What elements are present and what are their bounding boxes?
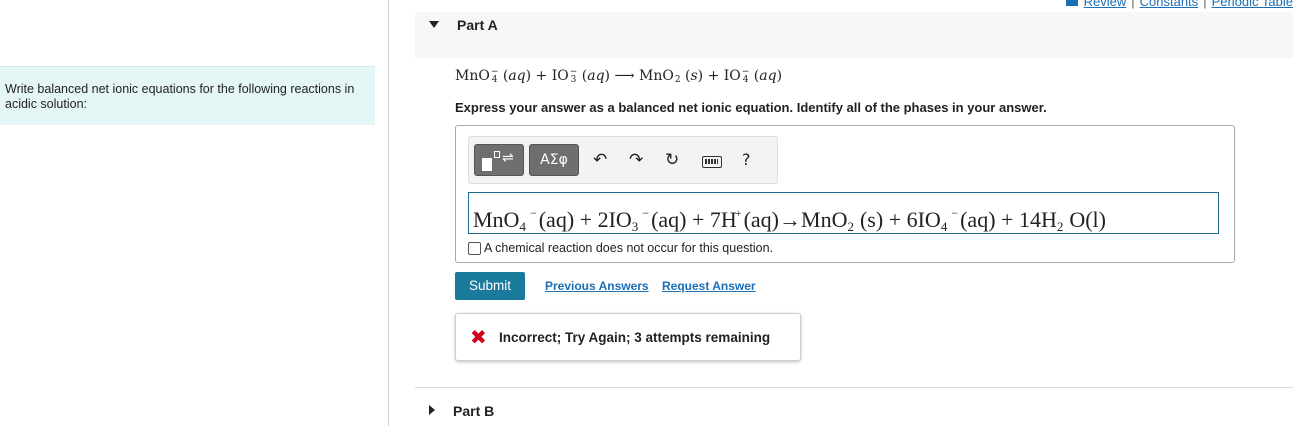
templates-small-box [494,151,500,158]
plus-sign: + [535,68,548,84]
templates-button[interactable]: ⇌ [474,144,524,176]
subscript: 3 [570,75,577,85]
term: 2IO [597,207,632,232]
reset-icon[interactable]: ↻ [665,150,679,170]
periodic-table-link[interactable]: Periodic Table [1212,0,1293,9]
request-answer-link[interactable]: Request Answer [662,279,756,293]
undo-icon[interactable]: ↶ [593,150,607,170]
term: O(l) [1069,207,1106,232]
review-link[interactable]: Review [1084,0,1127,9]
subscript: 2 [674,75,681,85]
separator: | [1203,0,1207,9]
term: 7H [709,207,737,232]
reactant-1: MnO [455,68,490,84]
reactant-2: IO [551,68,569,84]
charge: − [951,206,959,220]
phase: aq [759,68,777,84]
equilibrium-arrow-icon: ⇌ [502,150,514,166]
part-b-title[interactable]: Part B [453,403,494,419]
subscript: 4 [940,219,948,234]
equation-toolbar: ⇌ AΣφ ↶ ↷ ↻ ? [468,136,778,184]
ion-script: −3 [570,68,578,85]
plus-sign: + [579,207,593,232]
phase: (aq) [538,207,575,232]
expand-triangle-icon[interactable] [429,405,435,415]
plus-sign: + [888,207,902,232]
reaction-equation: MnO −4 (aq) + IO −3 (aq) ⟶ MnO 2 (s) + IO −… [455,67,783,85]
separator: | [1131,0,1135,9]
charge: + [734,206,742,220]
part-a-header[interactable]: Part A [415,12,1293,58]
error-x-icon: ✖ [470,325,487,349]
problem-intro-text: Write balanced net ionic equations for t… [5,82,355,111]
plus-sign: + [692,207,705,232]
feedback-box: ✖ Incorrect; Try Again; 3 attempts remai… [455,313,801,361]
greek-letters-button[interactable]: AΣφ [529,144,579,176]
phase: aq [508,68,526,84]
subscript: 2 [1056,219,1064,234]
redo-icon[interactable]: ↷ [629,150,643,170]
term: MnO [801,207,848,232]
submit-button[interactable]: Submit [455,272,525,300]
part-b-divider [415,387,1293,388]
phase: aq [587,68,605,84]
keyboard-icon[interactable] [702,156,722,168]
phase: (s) [859,207,884,232]
previous-answers-link[interactable]: Previous Answers [545,279,649,293]
reaction-arrow: → [779,207,802,232]
column-divider [388,0,389,426]
help-icon[interactable]: ? [742,150,751,170]
collapse-triangle-icon[interactable] [429,21,439,28]
subscript: 3 [631,219,639,234]
term: 6IO [906,207,941,232]
part-a-title: Part A [457,17,498,33]
subscript: 4 [742,75,749,85]
answer-box: ⇌ AΣφ ↶ ↷ ↻ ? MnO4−(aq) + 2IO3−(aq) + 7H… [455,125,1235,263]
top-links: Review | Constants | Periodic Table [1065,0,1293,9]
ion-script: −4 [491,68,499,85]
templates-icon [482,158,492,171]
term: 14H [1018,207,1057,232]
instruction-text: Express your answer as a balanced net io… [455,100,1047,115]
product-1: MnO [638,68,674,84]
ion-script: −4 [742,68,750,85]
no-reaction-option[interactable]: A chemical reaction does not occur for t… [468,241,773,255]
plus-sign: + [707,68,720,84]
answer-input[interactable]: MnO4−(aq) + 2IO3−(aq) + 7H+(aq)→MnO2 (s) … [468,192,1219,234]
phase: (aq) [960,207,996,232]
term: MnO [473,207,520,232]
ion-script: 2 [674,68,681,85]
reaction-arrow: ⟶ [614,68,635,84]
subscript: 4 [519,219,526,234]
phase: (aq) [651,207,687,232]
review-icon [1065,0,1078,6]
charge: − [642,206,650,220]
phase: s [690,68,698,84]
no-reaction-checkbox[interactable] [468,241,481,255]
charge: − [529,206,537,220]
phase: (aq) [743,207,780,232]
constants-link[interactable]: Constants [1140,0,1199,9]
subscript: 4 [491,75,498,85]
subscript: 2 [847,219,854,234]
no-reaction-label: A chemical reaction does not occur for t… [484,241,774,255]
plus-sign: + [1001,207,1014,232]
product-2: IO [723,68,741,84]
problem-intro-panel: Write balanced net ionic equations for t… [0,66,375,125]
feedback-message: Incorrect; Try Again; 3 attempts remaini… [499,330,771,345]
